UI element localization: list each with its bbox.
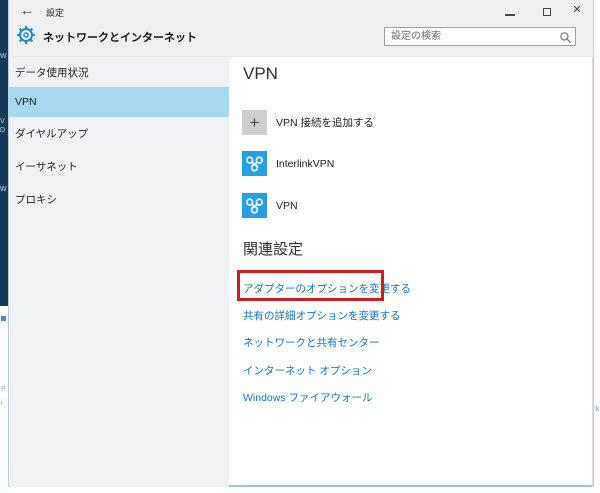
- settings-window: ← 設定 ✕ ネットワークと: [8, 0, 594, 487]
- maximize-icon: [543, 8, 551, 16]
- close-button[interactable]: ✕: [568, 3, 586, 18]
- vpn-connection-icon[interactable]: [242, 151, 267, 176]
- section-heading-vpn: VPN: [243, 64, 278, 84]
- background-app-icon: [1, 316, 6, 321]
- vpn-connection-icon[interactable]: [242, 193, 267, 218]
- desktop-background-strip: W V D W: [0, 0, 8, 306]
- sidebar-item-ethernet[interactable]: イーサネット: [9, 150, 229, 183]
- page-title: ネットワークとインターネット: [43, 29, 197, 45]
- desktop-icon-label-fragment: W: [0, 53, 7, 60]
- sidebar-item-proxy[interactable]: プロキシ: [9, 183, 229, 216]
- desktop-icon-label-fragment: W: [0, 186, 7, 193]
- plus-icon: +: [250, 114, 260, 131]
- vpn-connection-name[interactable]: InterlinkVPN: [276, 151, 334, 176]
- sidebar-item-dialup[interactable]: ダイヤルアップ: [9, 117, 229, 150]
- background-text-fragment: i: [1, 400, 3, 407]
- link-network-sharing-center[interactable]: ネットワークと共有センター: [243, 335, 380, 348]
- background-window-strip: P i: [0, 306, 8, 493]
- back-button[interactable]: ←: [20, 2, 34, 18]
- content-edge-divider: [592, 57, 593, 487]
- add-vpn-label[interactable]: VPN 接続を追加する: [276, 110, 374, 135]
- desktop-icon-label-fragment: V: [0, 118, 5, 125]
- gear-icon: [16, 25, 36, 45]
- add-vpn-button[interactable]: +: [242, 110, 267, 135]
- annotation-highlight-box: [237, 270, 384, 301]
- link-windows-firewall[interactable]: Windows ファイアウォール: [243, 390, 373, 403]
- vpn-connection-name[interactable]: VPN: [276, 193, 298, 218]
- link-internet-options[interactable]: インターネット オプション: [243, 363, 372, 376]
- sidebar-item-data-usage[interactable]: データ使用状況: [9, 57, 229, 87]
- minimize-icon: [505, 14, 515, 16]
- sidebar-item-vpn-selected[interactable]: VPN: [9, 87, 229, 117]
- window-chrome: ← 設定 ✕ ネットワークと: [9, 0, 593, 57]
- settings-sidebar: データ使用状況 VPN ダイヤルアップ イーサネット プロキシ: [9, 57, 229, 487]
- settings-search-box[interactable]: [384, 27, 576, 46]
- maximize-button[interactable]: [538, 4, 556, 18]
- window-title: 設定: [46, 6, 64, 19]
- search-icon[interactable]: [559, 31, 572, 49]
- background-text-fragment: rk: [593, 404, 600, 413]
- desktop-icon-label-fragment: D: [0, 127, 5, 134]
- link-change-sharing-options[interactable]: 共有の詳細オプションを変更する: [243, 308, 401, 321]
- search-input[interactable]: [385, 28, 575, 45]
- minimize-button[interactable]: [501, 4, 519, 18]
- background-text-fragment: P: [1, 386, 6, 393]
- related-settings-heading: 関連設定: [243, 240, 303, 260]
